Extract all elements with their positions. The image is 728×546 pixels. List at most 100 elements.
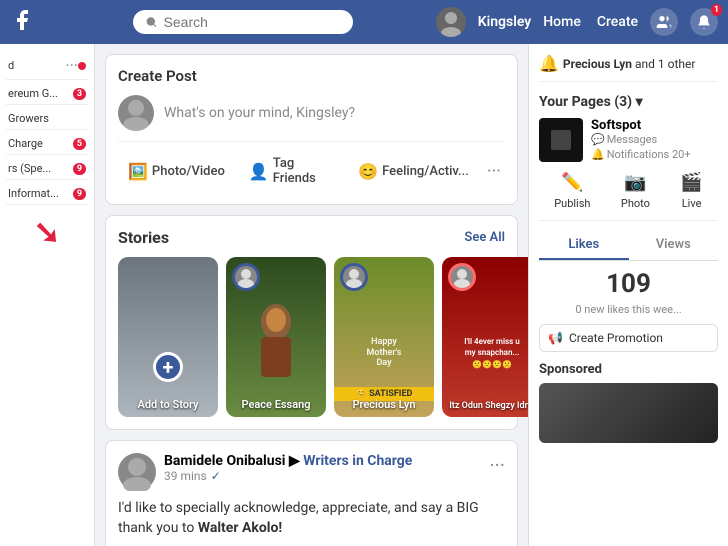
sidebar-item-4[interactable]: rs (Spe... 9 bbox=[6, 158, 88, 180]
post-actions-more[interactable]: ··· bbox=[483, 161, 505, 182]
left-sidebar: d ··· ereum G... 3 Growers Charge 5 rs (… bbox=[0, 44, 95, 546]
publish-action[interactable]: ✏️ Publish bbox=[554, 172, 590, 210]
see-all-stories[interactable]: See All bbox=[464, 230, 505, 245]
stories-row: + Add to Story Peace Ess bbox=[118, 257, 505, 417]
precious-label: Precious Lyn bbox=[334, 398, 434, 411]
post-text: I'd like to specially acknowledge, appre… bbox=[118, 499, 505, 546]
add-story-plus-icon: + bbox=[153, 352, 183, 382]
sidebar-item-3[interactable]: Charge 5 bbox=[6, 133, 88, 155]
search-icon bbox=[145, 15, 158, 29]
story-peace-essang[interactable]: Peace Essang bbox=[226, 257, 326, 417]
page-name[interactable]: Softspot bbox=[591, 118, 718, 133]
sidebar-badge-5: 9 bbox=[73, 188, 86, 200]
publish-label: Publish bbox=[554, 197, 590, 210]
add-story-card[interactable]: + Add to Story bbox=[118, 257, 218, 417]
sidebar-item-2[interactable]: Growers bbox=[6, 108, 88, 130]
sidebar-badge-4: 9 bbox=[73, 163, 86, 175]
stories-section: Stories See All + Add to Story bbox=[105, 215, 518, 430]
notif-bell-icon: 🔔 bbox=[539, 54, 559, 73]
people-icon-btn[interactable] bbox=[650, 8, 678, 36]
post-actions: 🖼️ Photo/Video 👤 Tag Friends 😊 Feeling/A… bbox=[118, 150, 505, 192]
photo-action[interactable]: 📷 Photo bbox=[621, 172, 650, 210]
notification-badge: 1 bbox=[711, 4, 722, 16]
sidebar-more-0[interactable]: ··· bbox=[65, 56, 78, 75]
add-story-label: Add to Story bbox=[118, 398, 218, 411]
post-meta: 39 mins ✓ bbox=[164, 469, 481, 483]
tab-views[interactable]: Views bbox=[629, 231, 719, 260]
create-post-input-row: What's on your mind, Kingsley? bbox=[118, 95, 505, 142]
sidebar-item-5[interactable]: Informat... 9 bbox=[6, 183, 88, 205]
nav-links: Home Create bbox=[543, 14, 638, 30]
nav-username: Kingsley bbox=[478, 14, 532, 30]
current-user-avatar bbox=[118, 95, 154, 131]
tab-likes[interactable]: Likes bbox=[539, 231, 629, 260]
peace-label: Peace Essang bbox=[226, 398, 326, 411]
photo-video-label: Photo/Video bbox=[152, 164, 225, 179]
notification-bar: 🔔 Precious Lyn and 1 other bbox=[539, 54, 718, 82]
megaphone-icon: 📢 bbox=[548, 331, 563, 345]
feeling-icon: 😊 bbox=[358, 162, 378, 181]
feed: Create Post What's on your mind, Kingsle… bbox=[95, 44, 528, 546]
nav-avatar[interactable] bbox=[436, 7, 466, 37]
itz-odun-avatar bbox=[448, 263, 476, 291]
tag-friends-icon: 👤 bbox=[249, 162, 269, 181]
search-bar[interactable] bbox=[133, 10, 353, 34]
photo-video-btn[interactable]: 🖼️ Photo/Video bbox=[118, 156, 235, 187]
create-promotion-btn[interactable]: 📢 Create Promotion bbox=[539, 324, 718, 352]
nav-home[interactable]: Home bbox=[543, 14, 581, 30]
nav-logo bbox=[10, 8, 50, 36]
nav-create[interactable]: Create bbox=[597, 14, 638, 30]
create-post-title: Create Post bbox=[118, 67, 505, 85]
sponsored-title: Sponsored bbox=[539, 362, 718, 377]
nav-right: Kingsley Home Create 1 bbox=[436, 7, 718, 37]
publish-icon: ✏️ bbox=[561, 172, 583, 193]
red-arrow: ➘ bbox=[6, 213, 88, 251]
live-action[interactable]: 🎬 Live bbox=[680, 172, 702, 210]
notif-text: Precious Lyn and 1 other bbox=[563, 57, 696, 71]
page-notifications[interactable]: 🔔 Notifications 20+ bbox=[591, 148, 718, 161]
sponsored-image bbox=[539, 383, 718, 443]
likes-count: 109 bbox=[539, 269, 718, 299]
notification-icon-btn[interactable]: 1 bbox=[690, 8, 718, 36]
sidebar-badge-3: 5 bbox=[73, 138, 86, 150]
tag-friends-label: Tag Friends bbox=[273, 156, 334, 186]
feeling-btn[interactable]: 😊 Feeling/Activ... bbox=[348, 156, 479, 187]
page-info: Softspot 💬 Messages 🔔 Notifications 20+ bbox=[591, 118, 718, 161]
main-layout: d ··· ereum G... 3 Growers Charge 5 rs (… bbox=[0, 44, 728, 546]
sidebar-item-1[interactable]: ereum G... 3 bbox=[6, 83, 88, 105]
photo-label: Photo bbox=[621, 197, 650, 210]
itz-odun-label: Itz Odun Shegzy Idris bbox=[442, 401, 528, 411]
peace-avatar bbox=[232, 263, 260, 291]
page-actions-row: ✏️ Publish 📷 Photo 🎬 Live bbox=[539, 172, 718, 221]
post-header: Bamidele Onibalusi ▶ Writers in Charge 3… bbox=[118, 453, 505, 491]
photo-video-icon: 🖼️ bbox=[128, 162, 148, 181]
page-card: Softspot 💬 Messages 🔔 Notifications 20+ bbox=[539, 118, 718, 162]
page-thumbnail bbox=[539, 118, 583, 162]
your-pages-title[interactable]: Your Pages (3) ▾ bbox=[539, 94, 718, 110]
search-input[interactable] bbox=[164, 14, 341, 30]
post-card: Bamidele Onibalusi ▶ Writers in Charge 3… bbox=[105, 440, 518, 546]
sidebar-badge-1: 3 bbox=[73, 88, 86, 100]
post-user-avatar bbox=[118, 453, 156, 491]
story-precious-lyn[interactable]: HappyMother'sDay 😊 SATISFIED Precious Ly… bbox=[334, 257, 434, 417]
sidebar-dot-0 bbox=[78, 62, 86, 70]
story-itz-odun[interactable]: I'll 4ever miss umy snapchan...🙁🙁🙁🙁 Itz … bbox=[442, 257, 528, 417]
top-nav: Kingsley Home Create 1 bbox=[0, 0, 728, 44]
stories-title: Stories bbox=[118, 228, 169, 247]
post-more-btn[interactable]: ··· bbox=[489, 453, 505, 477]
page-messages[interactable]: 💬 Messages bbox=[591, 133, 718, 146]
feeling-label: Feeling/Activ... bbox=[382, 164, 469, 179]
live-icon: 🎬 bbox=[680, 172, 702, 193]
photo-icon: 📷 bbox=[624, 172, 646, 193]
post-user-name: Bamidele Onibalusi ▶ Writers in Charge bbox=[164, 453, 481, 469]
tag-friends-btn[interactable]: 👤 Tag Friends bbox=[239, 150, 344, 192]
sidebar-item-0[interactable]: d ··· bbox=[6, 52, 88, 80]
stories-header: Stories See All bbox=[118, 228, 505, 247]
tabs-row: Likes Views bbox=[539, 231, 718, 261]
post-user-info: Bamidele Onibalusi ▶ Writers in Charge 3… bbox=[164, 453, 481, 483]
post-placeholder[interactable]: What's on your mind, Kingsley? bbox=[164, 105, 355, 121]
precious-avatar bbox=[340, 263, 368, 291]
likes-subtitle: 0 new likes this wee... bbox=[539, 303, 718, 316]
create-post-card: Create Post What's on your mind, Kingsle… bbox=[105, 54, 518, 205]
live-label: Live bbox=[682, 197, 702, 210]
